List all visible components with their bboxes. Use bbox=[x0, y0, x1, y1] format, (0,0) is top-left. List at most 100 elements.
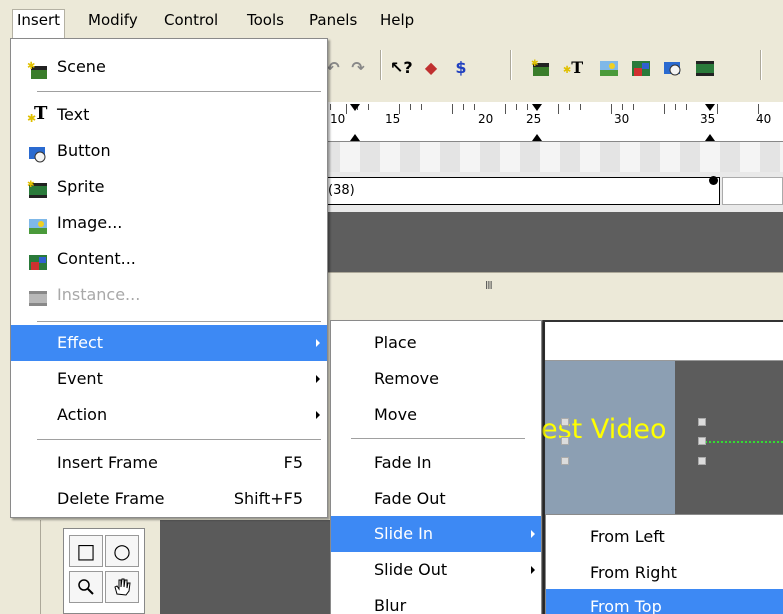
ruler-tick bbox=[717, 104, 718, 114]
menu-item-move[interactable]: Move bbox=[331, 397, 541, 433]
help-glyph: ? bbox=[403, 58, 413, 77]
menu-item-label: Content... bbox=[57, 249, 136, 268]
menu-item-content[interactable]: Content... bbox=[11, 241, 327, 277]
ruler-tick bbox=[346, 104, 347, 114]
selection-handle[interactable] bbox=[561, 457, 569, 465]
submenu-arrow-icon bbox=[316, 339, 320, 347]
insert-scene-icon[interactable]: ✱ bbox=[530, 58, 552, 78]
keyframe-dot[interactable] bbox=[709, 176, 718, 185]
ruler-number: 25 bbox=[526, 112, 542, 126]
content-icon bbox=[27, 249, 49, 270]
selection-handle[interactable] bbox=[561, 437, 569, 445]
menu-tools[interactable]: Tools bbox=[243, 10, 288, 30]
selection-handle[interactable] bbox=[698, 457, 706, 465]
timeline-layer-box[interactable] bbox=[722, 177, 783, 205]
menu-item-place[interactable]: Place bbox=[331, 325, 541, 361]
menu-item-event[interactable]: Event bbox=[11, 361, 327, 397]
menu-item-blur[interactable]: Blur bbox=[331, 588, 541, 614]
insert-menu: ✱ Scene ✱ T Text Button ✱ Sprite Image...… bbox=[10, 38, 328, 518]
menu-item-remove[interactable]: Remove bbox=[331, 361, 541, 397]
insert-image-icon[interactable] bbox=[598, 58, 620, 78]
timeline-layer-bar[interactable]: (38) bbox=[300, 177, 720, 205]
menu-item-scene[interactable]: ✱ Scene bbox=[11, 49, 327, 85]
toolbar-separator bbox=[510, 50, 512, 80]
insert-content-icon[interactable] bbox=[630, 58, 652, 78]
ruler-tick bbox=[569, 104, 570, 110]
effect-submenu: Place Remove Move Fade In Fade Out Slide… bbox=[330, 320, 542, 614]
menu-item-shortcut: Shift+F5 bbox=[233, 489, 303, 508]
selection-handle[interactable] bbox=[698, 437, 706, 445]
selection-handle[interactable] bbox=[698, 418, 706, 426]
menu-item-from-right[interactable]: From Right bbox=[546, 555, 783, 591]
menu-item-label: Event bbox=[57, 369, 103, 388]
hand-tool-icon[interactable] bbox=[105, 571, 139, 603]
submenu-arrow-icon bbox=[531, 530, 535, 538]
ruler-marker bbox=[705, 104, 715, 111]
insert-sprite-icon[interactable] bbox=[694, 58, 716, 78]
horizontal-scrollbar[interactable] bbox=[300, 272, 783, 298]
menu-control[interactable]: Control bbox=[160, 10, 222, 30]
book-icon[interactable]: ◆ bbox=[420, 58, 442, 78]
redo-icon[interactable]: ↷ bbox=[347, 58, 369, 78]
menu-item-effect[interactable]: Effect bbox=[11, 325, 327, 361]
ruler-tick bbox=[330, 104, 331, 110]
menu-item-image[interactable]: Image... bbox=[11, 205, 327, 241]
menu-item-label: Fade Out bbox=[374, 489, 446, 508]
ruler-tick bbox=[622, 104, 623, 110]
menu-item-slide-out[interactable]: Slide Out bbox=[331, 552, 541, 588]
rectangle-tool-icon[interactable]: □ bbox=[69, 535, 103, 567]
menu-panels[interactable]: Panels bbox=[305, 10, 361, 30]
menu-item-label: From Left bbox=[590, 527, 665, 546]
slide-in-submenu: From Left From Right From Top bbox=[545, 514, 783, 614]
menu-item-label: Action bbox=[57, 405, 108, 424]
menu-panels-label: Panels bbox=[309, 11, 358, 29]
ruler-tick bbox=[452, 104, 453, 114]
context-help-icon[interactable]: ↖? bbox=[390, 58, 413, 78]
menu-item-label: Button bbox=[57, 141, 111, 160]
insert-text-icon[interactable]: ✱T bbox=[562, 58, 584, 78]
menu-item-label: Effect bbox=[57, 333, 104, 352]
menu-item-label: Slide Out bbox=[374, 560, 448, 579]
motion-path bbox=[700, 441, 783, 443]
insert-button-icon[interactable] bbox=[662, 58, 684, 78]
menu-item-delete-frame[interactable]: Delete Frame Shift+F5 bbox=[11, 481, 327, 517]
dollar-icon[interactable]: $ bbox=[450, 58, 472, 78]
menu-item-from-left[interactable]: From Left bbox=[546, 519, 783, 555]
menu-item-insert-frame[interactable]: Insert Frame F5 bbox=[11, 445, 327, 481]
timeline-frames[interactable] bbox=[300, 142, 783, 172]
ruler-number: 35 bbox=[700, 112, 716, 126]
menu-item-fade-in[interactable]: Fade In bbox=[331, 445, 541, 481]
ruler-tick bbox=[675, 104, 676, 110]
scroll-grip[interactable]: III bbox=[485, 279, 493, 292]
menu-item-action[interactable]: Action bbox=[11, 397, 327, 433]
zoom-tool-icon[interactable] bbox=[69, 571, 103, 603]
text-tool-glyph: T bbox=[571, 58, 584, 77]
menu-item-label: Fade In bbox=[374, 453, 432, 472]
menu-item-instance[interactable]: Instance... bbox=[11, 277, 327, 313]
scene-icon: ✱ bbox=[27, 57, 49, 79]
menu-item-slide-in[interactable]: Slide In bbox=[331, 516, 541, 552]
ruler-tick bbox=[611, 104, 612, 114]
ruler-marker bbox=[350, 134, 360, 141]
menu-item-fade-out[interactable]: Fade Out bbox=[331, 481, 541, 517]
ellipse-tool-icon[interactable]: ○ bbox=[105, 535, 139, 567]
menu-help[interactable]: Help bbox=[376, 10, 418, 30]
menu-insert[interactable]: Insert bbox=[12, 9, 66, 38]
ruler-marker bbox=[532, 134, 542, 141]
menu-item-label: Place bbox=[374, 333, 417, 352]
stage-text-object[interactable]: est Video bbox=[541, 414, 667, 445]
menu-item-from-top[interactable]: From Top bbox=[546, 589, 783, 614]
menu-insert-label: Insert bbox=[17, 11, 61, 29]
menu-item-label: From Right bbox=[590, 563, 677, 582]
ruler-tick bbox=[474, 104, 475, 110]
ruler-number: 30 bbox=[614, 112, 630, 126]
toolbox-panel: □ ○ bbox=[40, 520, 160, 614]
selection-handle[interactable] bbox=[561, 418, 569, 426]
menu-item-text[interactable]: ✱ T Text bbox=[11, 97, 327, 133]
menu-item-button[interactable]: Button bbox=[11, 133, 327, 169]
menu-item-label: Delete Frame bbox=[57, 489, 165, 508]
ruler-tick bbox=[633, 104, 634, 110]
ruler-tick bbox=[505, 104, 506, 114]
menu-item-sprite[interactable]: ✱ Sprite bbox=[11, 169, 327, 205]
menu-modify[interactable]: Modify bbox=[84, 10, 142, 30]
